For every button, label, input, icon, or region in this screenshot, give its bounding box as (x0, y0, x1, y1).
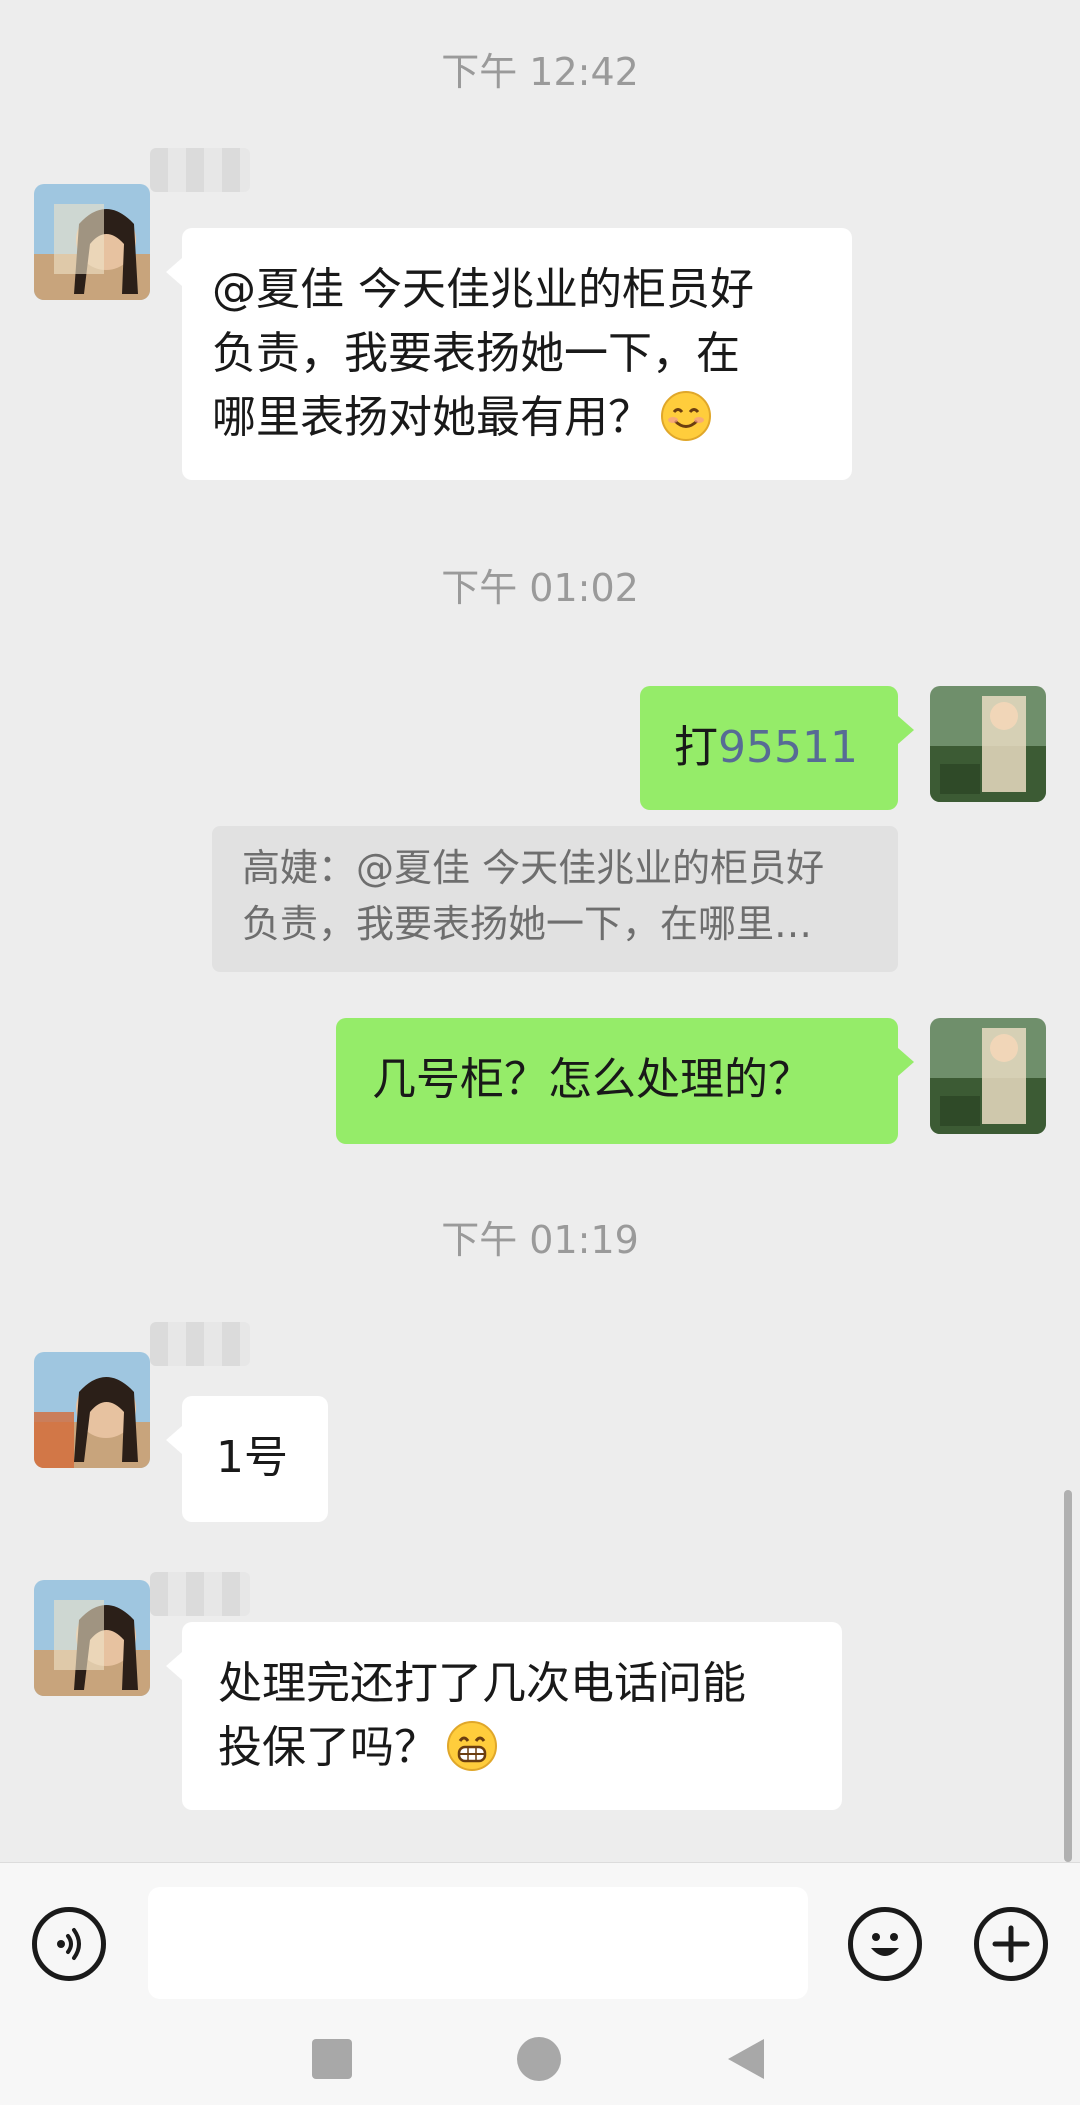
phone-link[interactable]: 95511 (718, 722, 858, 773)
message-text: @夏佳 今天佳兆业的柜员好 (212, 264, 754, 315)
message-bubble-incoming[interactable]: 处理完还打了几次电话问能 投保了吗？ (166, 1622, 842, 1810)
quote-text: 高婕：@夏佳 今天佳兆业的柜员好 (242, 846, 825, 890)
plus-icon[interactable] (974, 1907, 1048, 1981)
triangle-back-icon[interactable] (728, 2039, 764, 2079)
message-bubble-incoming[interactable]: 1号 (166, 1396, 328, 1522)
avatar[interactable] (930, 1018, 1046, 1134)
sender-name-blurred (150, 1322, 250, 1366)
avatar[interactable] (34, 1580, 150, 1696)
message-text: 打 (674, 722, 718, 773)
avatar[interactable] (34, 1352, 150, 1468)
timestamp: 下午 01:19 (441, 1218, 639, 1262)
message-input[interactable] (148, 1887, 808, 1999)
system-nav-bar (0, 2025, 1080, 2105)
sender-name-blurred (150, 148, 250, 192)
message-text: 几号柜？怎么处理的？ (372, 1054, 812, 1105)
emoji-icon[interactable] (848, 1907, 922, 1981)
message-bubble-incoming[interactable]: @夏佳 今天佳兆业的柜员好 负责，我要表扬她一下，在 哪里表扬对她最有用？ (166, 228, 852, 480)
message-bubble-outgoing[interactable]: 打95511 (640, 686, 914, 810)
message-text: 处理完还打了几次电话问能 (218, 1658, 746, 1709)
timestamp: 下午 01:02 (441, 566, 639, 610)
smile-emoji (661, 391, 711, 441)
avatar[interactable] (930, 686, 1046, 802)
sender-name-blurred (150, 1572, 250, 1616)
circle-icon[interactable] (517, 2037, 561, 2081)
chat-area[interactable]: 下午 12:42 @夏佳 今天佳兆业的柜员好 负责，我要表扬她一下，在 哪里表扬… (0, 0, 1080, 1862)
quote-text: 负责，我要表扬她一下，在哪里… (242, 902, 813, 946)
message-text: 投保了吗？ (218, 1716, 806, 1780)
message-text: 负责，我要表扬她一下，在 (212, 328, 740, 379)
message-text: 1号 (216, 1432, 288, 1483)
timestamp: 下午 12:42 (441, 50, 639, 94)
message-text: 哪里表扬对她最有用？ (212, 386, 822, 450)
input-bar (0, 1862, 1080, 2026)
grin-emoji (447, 1721, 497, 1771)
scrollbar[interactable] (1064, 1490, 1072, 1862)
message-bubble-outgoing[interactable]: 几号柜？怎么处理的？ (336, 1018, 914, 1144)
square-icon[interactable] (312, 2039, 352, 2079)
quoted-message[interactable]: 高婕：@夏佳 今天佳兆业的柜员好 负责，我要表扬她一下，在哪里… (212, 826, 898, 972)
avatar[interactable] (34, 184, 150, 300)
voice-icon[interactable] (32, 1907, 106, 1981)
